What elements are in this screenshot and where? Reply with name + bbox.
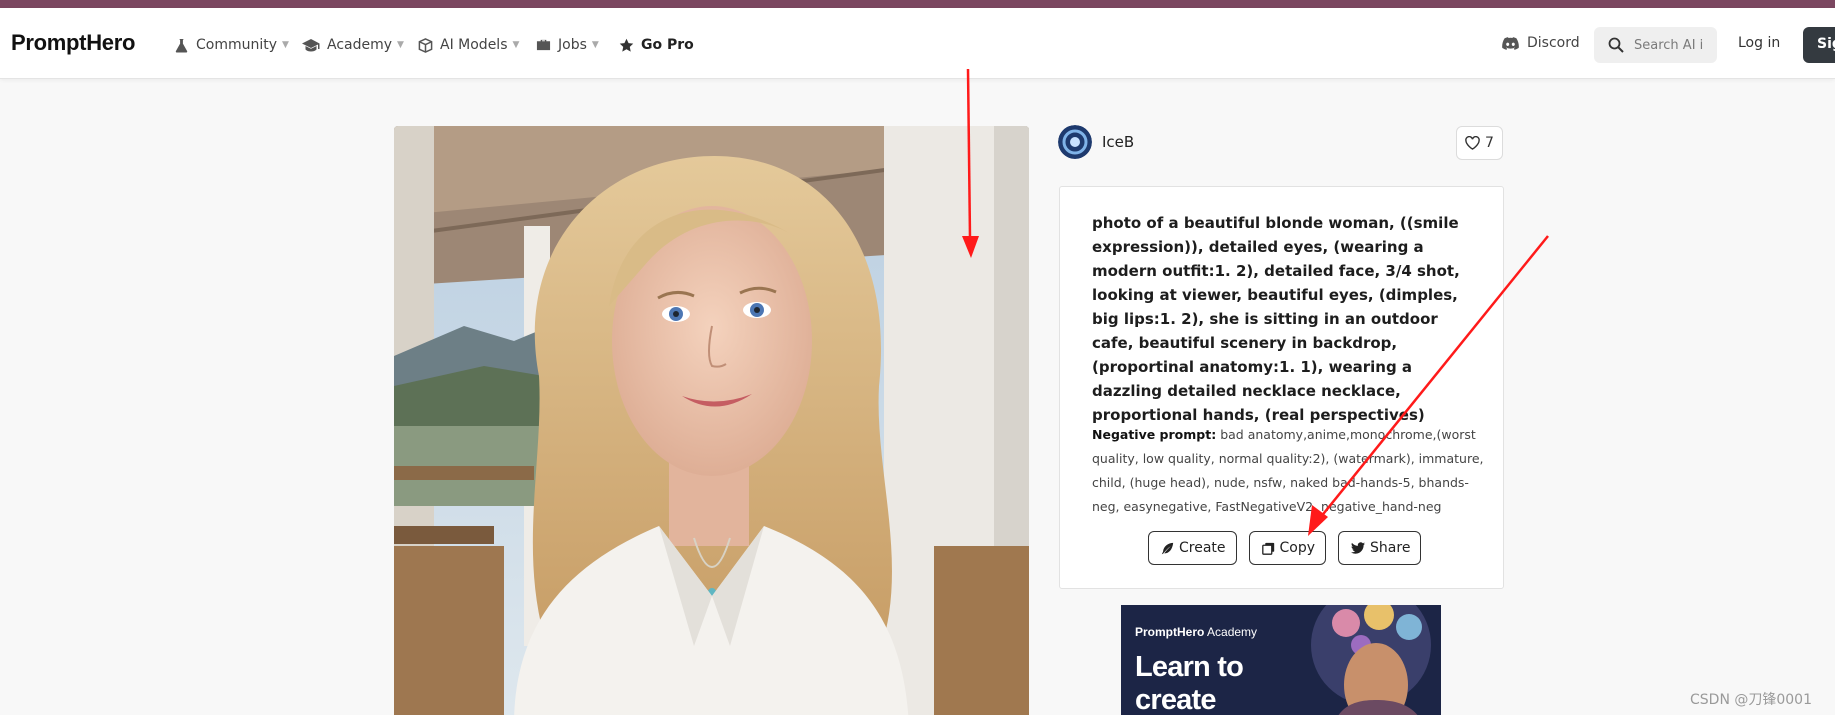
nav-jobs-label: Jobs	[558, 37, 587, 53]
prompt-card: photo of a beautiful blonde woman, ((smi…	[1059, 186, 1504, 589]
nav-jobs[interactable]: Jobs ▼	[536, 35, 599, 55]
negative-prompt-label: Negative prompt:	[1092, 427, 1217, 442]
generated-image[interactable]	[394, 126, 1029, 715]
generated-image-illustration	[394, 126, 1029, 715]
csdn-watermark: CSDN @刀锋0001	[1690, 692, 1812, 708]
nav-academy-label: Academy	[327, 37, 393, 53]
ad-brand-rest: Academy	[1204, 625, 1258, 639]
create-button[interactable]: Create	[1148, 531, 1237, 565]
prompt-text: photo of a beautiful blonde woman, ((smi…	[1092, 214, 1460, 424]
search-input[interactable]	[1634, 37, 1704, 53]
nav-community[interactable]: Community ▼	[174, 35, 289, 55]
nav-go-pro[interactable]: Go Pro	[619, 35, 694, 55]
share-label: Share	[1370, 540, 1411, 556]
top-accent-stripe	[0, 0, 1835, 8]
nav-ai-models-label: AI Models	[440, 37, 508, 53]
nav-ai-models[interactable]: AI Models ▼	[418, 35, 519, 55]
copy-button[interactable]: Copy	[1248, 531, 1327, 565]
search-box[interactable]	[1594, 27, 1717, 63]
ad-brand: PromptHero Academy	[1135, 625, 1257, 639]
ad-headline: Learn to create breathtaking	[1135, 651, 1244, 715]
like-count: 7	[1485, 135, 1494, 151]
chevron-down-icon: ▼	[282, 40, 289, 50]
top-navbar: PromptHero Community ▼ Academy ▼ AI Mode…	[0, 8, 1835, 79]
login-link[interactable]: Log in	[1738, 35, 1780, 51]
discord-link[interactable]: Discord	[1502, 35, 1580, 51]
nav-community-label: Community	[196, 37, 278, 53]
briefcase-icon	[536, 39, 551, 51]
chevron-down-icon: ▼	[512, 40, 520, 50]
cube-icon	[418, 37, 433, 53]
graduation-cap-icon	[302, 38, 320, 51]
star-icon	[619, 38, 634, 52]
author-name[interactable]: IceB	[1102, 133, 1134, 151]
heart-icon	[1465, 136, 1480, 150]
brand-logo[interactable]: PromptHero	[11, 30, 135, 56]
ad-brand-bold: PromptHero	[1135, 625, 1205, 639]
discord-icon	[1502, 36, 1519, 50]
nav-academy[interactable]: Academy ▼	[302, 35, 404, 55]
discord-label: Discord	[1527, 35, 1580, 51]
avatar-image	[1058, 125, 1092, 159]
chevron-down-icon: ▼	[591, 40, 599, 50]
chevron-down-icon: ▼	[397, 40, 404, 50]
copy-icon	[1261, 542, 1274, 555]
search-icon	[1608, 37, 1624, 53]
signup-button[interactable]: Sig	[1803, 27, 1835, 63]
avatar[interactable]	[1058, 125, 1092, 159]
create-label: Create	[1179, 540, 1226, 556]
copy-label: Copy	[1279, 540, 1316, 556]
flask-icon	[175, 38, 188, 53]
academy-ad-banner[interactable]: PromptHero Academy Learn to create breat…	[1121, 605, 1441, 715]
share-button[interactable]: Share	[1338, 531, 1422, 565]
nav-go-pro-label: Go Pro	[641, 37, 694, 53]
feather-icon	[1161, 542, 1174, 554]
prompt-actions: Create Copy Share	[1148, 531, 1422, 565]
negative-prompt: Negative prompt: bad anatomy,anime,monoc…	[1092, 423, 1484, 519]
like-button[interactable]: 7	[1456, 126, 1503, 160]
twitter-icon	[1351, 542, 1366, 554]
